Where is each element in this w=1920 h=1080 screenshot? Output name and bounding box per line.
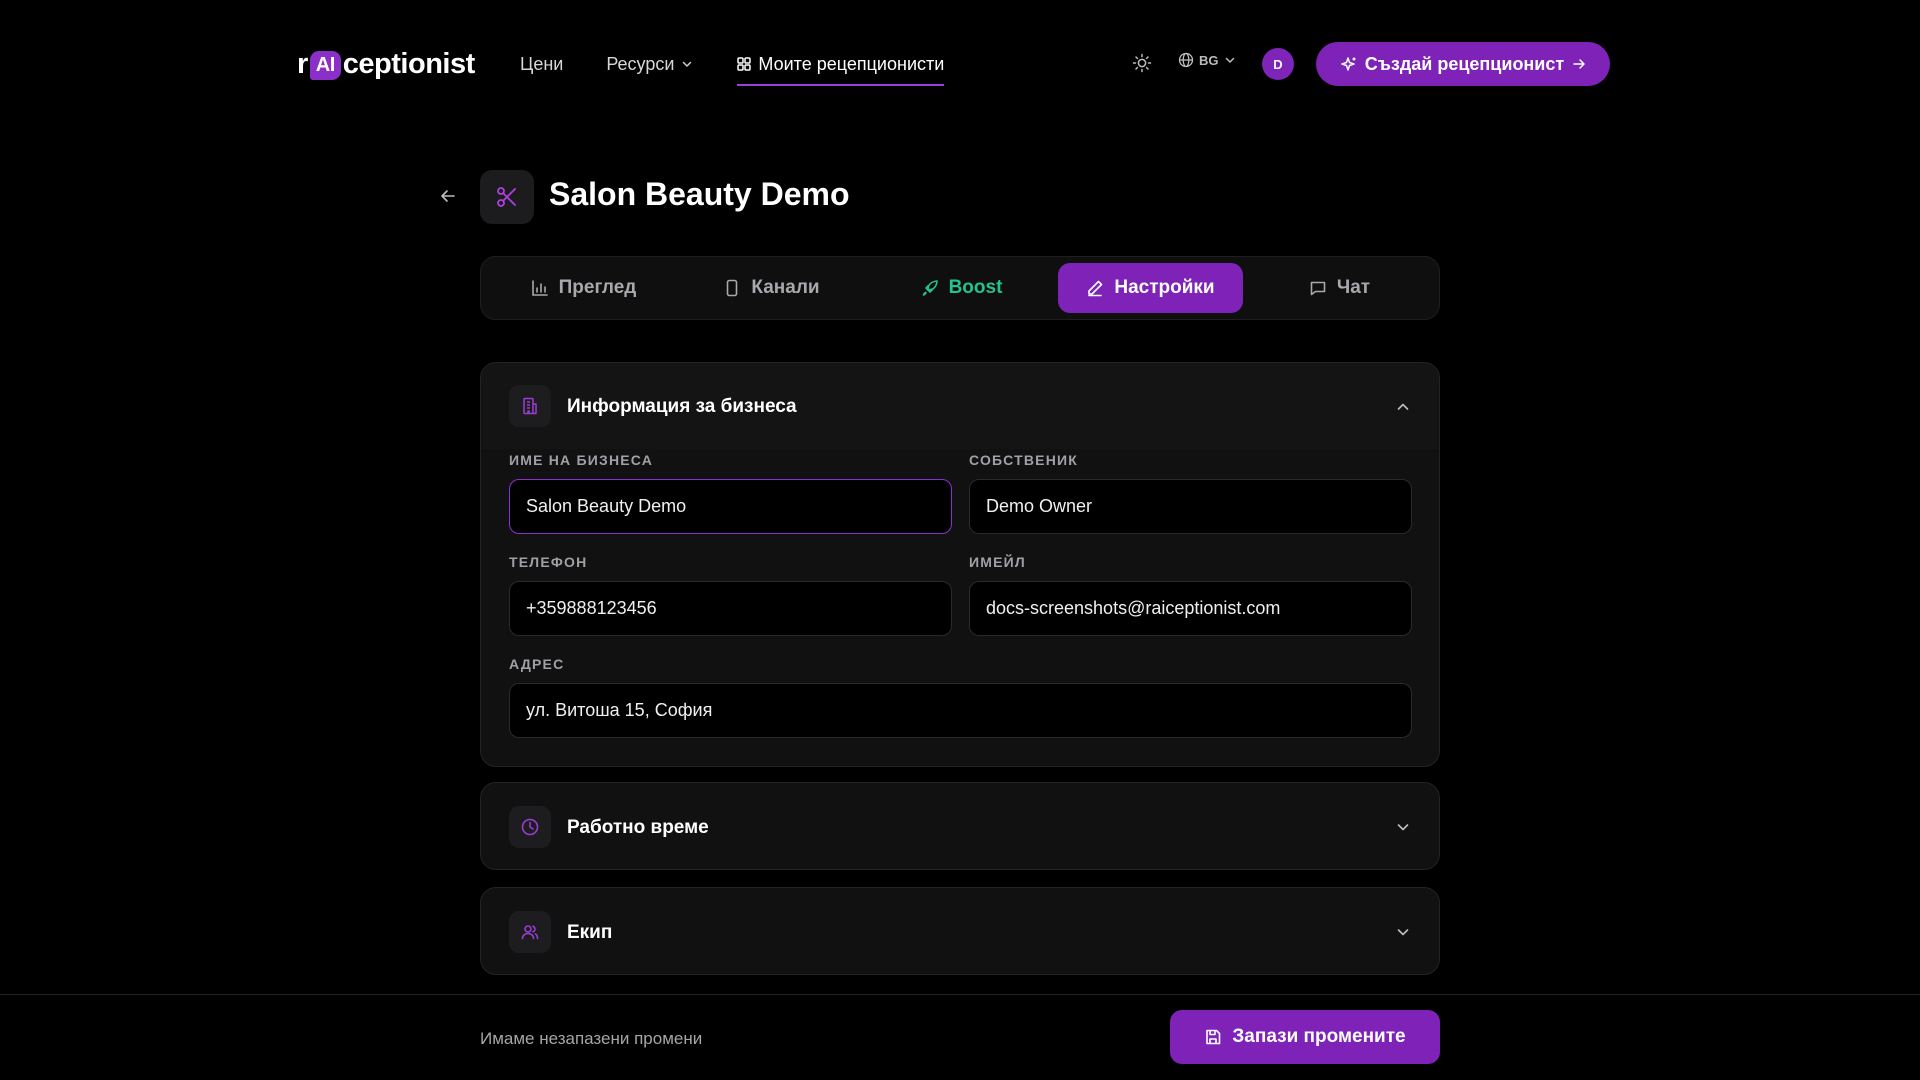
- tab-channels[interactable]: Канали: [679, 263, 864, 313]
- sparkle-icon: [1341, 56, 1356, 71]
- unsaved-changes-text: Имаме незапазени промени: [480, 1029, 703, 1048]
- working-hours-title: Работно време: [567, 817, 709, 838]
- users-icon: [521, 925, 539, 940]
- pencil-icon: [1088, 280, 1103, 297]
- tab-overview-label: Преглед: [558, 277, 637, 298]
- globe-icon: [1178, 52, 1194, 68]
- business-name-input[interactable]: Salon Beauty Demo: [509, 479, 952, 534]
- tab-chat[interactable]: Чат: [1247, 263, 1432, 313]
- user-avatar[interactable]: D: [1262, 48, 1294, 80]
- tab-chat-label: Чат: [1336, 277, 1371, 298]
- phone-icon: [727, 279, 738, 297]
- chevron-down-icon[interactable]: [1395, 924, 1411, 940]
- chevron-down-icon[interactable]: [1395, 819, 1411, 835]
- card-icon-container: [509, 911, 551, 953]
- tab-overview[interactable]: Преглед: [491, 263, 676, 313]
- email-input[interactable]: docs-screenshots@raiceptionist.com: [969, 581, 1412, 636]
- owner-label: СОБСТВЕНИК: [969, 452, 1079, 468]
- phone-label: ТЕЛЕФОН: [509, 554, 588, 570]
- top-navbar: r AI ceptionist Цени Ресурси Моите рецеп…: [0, 0, 1920, 128]
- nav-my-receptionists[interactable]: Моите рецепционисти: [737, 50, 945, 86]
- business-info-section: Информация за бизнеса ИМЕ НА БИЗНЕСА Sal…: [480, 362, 1440, 767]
- tab-boost-label: Boost: [948, 277, 1003, 298]
- tab-settings-label: Настройки: [1114, 277, 1215, 298]
- arrow-right-icon: [1573, 59, 1585, 69]
- tab-channels-label: Канали: [751, 277, 820, 298]
- business-info-header[interactable]: Информация за бизнеса: [481, 363, 1439, 449]
- language-code: BG: [1199, 52, 1219, 68]
- page-title: Salon Beauty Demo: [549, 176, 850, 212]
- grid-icon: [737, 57, 752, 71]
- create-receptionist-button[interactable]: Създай рецепционист: [1316, 42, 1610, 86]
- theme-toggle-sun-icon[interactable]: [1131, 52, 1153, 74]
- save-changes-label: Запази промените: [1232, 1026, 1406, 1047]
- scissors-icon: [497, 187, 516, 207]
- nav-pricing-label: Цени: [520, 53, 564, 74]
- bar-chart-icon: [531, 280, 548, 296]
- logo[interactable]: r AI ceptionist: [297, 44, 475, 84]
- rocket-icon: [922, 280, 938, 296]
- chevron-down-icon: [683, 61, 692, 67]
- nav-resources-label: Ресурси: [606, 53, 675, 74]
- main-nav: Цени Ресурси Моите рецепционисти: [520, 50, 945, 86]
- card-icon-container: [509, 806, 551, 848]
- address-input[interactable]: ул. Витоша 15, София: [509, 683, 1412, 738]
- tab-boost[interactable]: Boost: [869, 263, 1054, 313]
- save-bar: [0, 994, 1920, 1080]
- clock-icon: [521, 818, 539, 836]
- team-title: Екип: [567, 922, 613, 943]
- save-icon: [1206, 1029, 1221, 1045]
- create-receptionist-label: Създай рецепционист: [1364, 53, 1565, 74]
- logo-prefix: r: [297, 47, 308, 80]
- back-arrow-icon[interactable]: [438, 186, 458, 206]
- tab-bar: Преглед Канали Boost Настройки Чат: [480, 256, 1440, 320]
- nav-resources[interactable]: Ресурси: [606, 50, 693, 78]
- language-selector[interactable]: BG: [1178, 52, 1236, 68]
- card-icon-container: [509, 385, 551, 427]
- chevron-up-icon[interactable]: [1395, 399, 1411, 415]
- email-label: ИМЕЙЛ: [969, 554, 1026, 570]
- owner-input[interactable]: Demo Owner: [969, 479, 1412, 534]
- business-info-title: Информация за бизнеса: [567, 396, 797, 417]
- phone-input[interactable]: +359888123456: [509, 581, 952, 636]
- business-name-label: ИМЕ НА БИЗНЕСА: [509, 452, 654, 468]
- tab-settings[interactable]: Настройки: [1058, 263, 1243, 313]
- logo-ai-badge: AI: [309, 50, 341, 80]
- building-icon: [523, 397, 537, 415]
- salon-avatar: [480, 170, 534, 224]
- save-changes-button[interactable]: Запази промените: [1170, 1010, 1440, 1064]
- nav-pricing[interactable]: Цени: [520, 50, 563, 78]
- chevron-down-icon: [1225, 57, 1234, 63]
- working-hours-section[interactable]: Работно време: [480, 782, 1440, 870]
- nav-my-receptionists-label: Моите рецепционисти: [758, 53, 945, 74]
- chat-bubble-icon: [1310, 281, 1326, 296]
- team-section[interactable]: Екип: [480, 887, 1440, 975]
- address-label: АДРЕС: [509, 656, 565, 672]
- logo-suffix: ceptionist: [342, 47, 475, 80]
